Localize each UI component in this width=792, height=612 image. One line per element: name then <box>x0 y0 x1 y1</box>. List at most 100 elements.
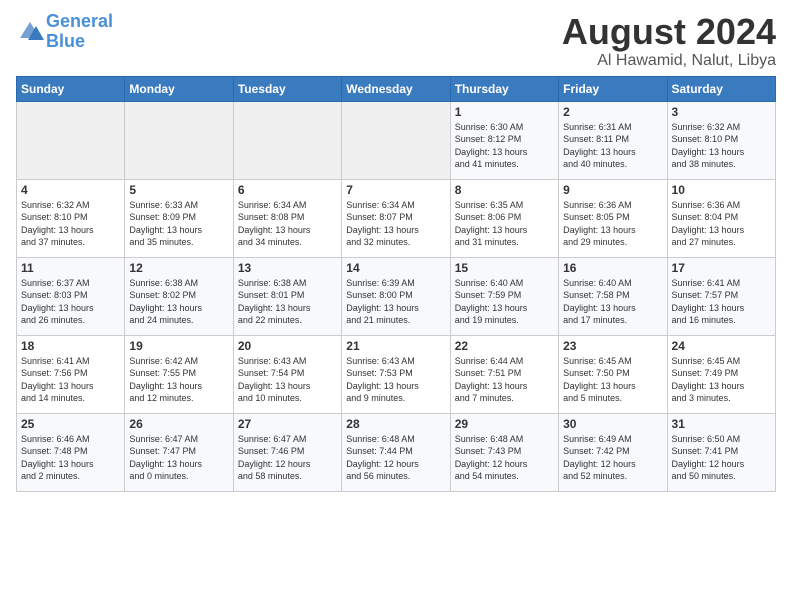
day-number: 29 <box>455 417 554 431</box>
day-number: 24 <box>672 339 771 353</box>
calendar-table: Sunday Monday Tuesday Wednesday Thursday… <box>16 76 776 492</box>
calendar-cell <box>17 101 125 179</box>
day-number: 18 <box>21 339 120 353</box>
day-number: 31 <box>672 417 771 431</box>
location: Al Hawamid, Nalut, Libya <box>562 52 776 70</box>
calendar-cell <box>342 101 450 179</box>
calendar-cell: 2Sunrise: 6:31 AM Sunset: 8:11 PM Daylig… <box>559 101 667 179</box>
calendar-week-5: 25 Sunrise: 6:46 AM Sunset: 7:48 PM Dayli… <box>17 413 776 491</box>
calendar-week-1: 1 Sunrise: 6:30 AM Sunset: 8:12 PM Daylig… <box>17 101 776 179</box>
day-number: 4 <box>21 183 120 197</box>
day-info: Sunrise: 6:32 AM Sunset: 8:10 PM Dayligh… <box>672 121 771 171</box>
header-row: Sunday Monday Tuesday Wednesday Thursday… <box>17 76 776 101</box>
day-info: Sunrise: 6:30 AM Sunset: 8:12 PM Dayligh… <box>455 121 554 171</box>
day-number: 20 <box>238 339 337 353</box>
calendar-cell: 11Sunrise: 6:37 AM Sunset: 8:03 PM Dayli… <box>17 257 125 335</box>
day-number: 3 <box>672 105 771 119</box>
calendar-cell: 9 Sunrise: 6:36 AM Sunset: 8:05 PM Daylig… <box>559 179 667 257</box>
calendar-cell: 7 Sunrise: 6:34 AM Sunset: 8:07 PM Daylig… <box>342 179 450 257</box>
calendar-cell: 29 Sunrise: 6:48 AM Sunset: 7:43 PM Dayli… <box>450 413 558 491</box>
day-number: 25 <box>21 417 120 431</box>
calendar-cell: 6Sunrise: 6:34 AM Sunset: 8:08 PM Daylig… <box>233 179 341 257</box>
day-number: 8 <box>455 183 554 197</box>
day-info: Sunrise: 6:36 AM Sunset: 8:05 PM Dayligh… <box>563 199 662 249</box>
calendar-cell: 21 Sunrise: 6:43 AM Sunset: 7:53 PM Dayli… <box>342 335 450 413</box>
day-info: Sunrise: 6:33 AM Sunset: 8:09 PM Dayligh… <box>129 199 228 249</box>
logo-text: General Blue <box>46 12 113 52</box>
logo-line2: Blue <box>46 31 85 51</box>
day-number: 5 <box>129 183 228 197</box>
day-info: Sunrise: 6:46 AM Sunset: 7:48 PM Dayligh… <box>21 433 120 483</box>
day-number: 27 <box>238 417 337 431</box>
calendar-cell: 10 Sunrise: 6:36 AM Sunset: 8:04 PM Dayli… <box>667 179 775 257</box>
logo: General Blue <box>16 12 113 52</box>
col-thursday: Thursday <box>450 76 558 101</box>
month-title: August 2024 <box>562 12 776 52</box>
day-number: 7 <box>346 183 445 197</box>
calendar-week-4: 18 Sunrise: 6:41 AM Sunset: 7:56 PM Dayli… <box>17 335 776 413</box>
day-info: Sunrise: 6:32 AM Sunset: 8:10 PM Dayligh… <box>21 199 120 249</box>
day-info: Sunrise: 6:41 AM Sunset: 7:56 PM Dayligh… <box>21 355 120 405</box>
day-info: Sunrise: 6:39 AM Sunset: 8:00 PM Dayligh… <box>346 277 445 327</box>
col-friday: Friday <box>559 76 667 101</box>
calendar-cell: 13Sunrise: 6:38 AM Sunset: 8:01 PM Dayli… <box>233 257 341 335</box>
day-number: 28 <box>346 417 445 431</box>
day-number: 1 <box>455 105 554 119</box>
col-wednesday: Wednesday <box>342 76 450 101</box>
calendar-cell: 1 Sunrise: 6:30 AM Sunset: 8:12 PM Daylig… <box>450 101 558 179</box>
col-sunday: Sunday <box>17 76 125 101</box>
day-info: Sunrise: 6:41 AM Sunset: 7:57 PM Dayligh… <box>672 277 771 327</box>
day-number: 10 <box>672 183 771 197</box>
calendar-cell: 28 Sunrise: 6:48 AM Sunset: 7:44 PM Dayli… <box>342 413 450 491</box>
day-number: 15 <box>455 261 554 275</box>
day-number: 9 <box>563 183 662 197</box>
day-info: Sunrise: 6:48 AM Sunset: 7:43 PM Dayligh… <box>455 433 554 483</box>
calendar-cell: 22 Sunrise: 6:44 AM Sunset: 7:51 PM Dayli… <box>450 335 558 413</box>
logo-icon <box>16 18 44 46</box>
calendar-cell: 3 Sunrise: 6:32 AM Sunset: 8:10 PM Daylig… <box>667 101 775 179</box>
day-info: Sunrise: 6:42 AM Sunset: 7:55 PM Dayligh… <box>129 355 228 405</box>
day-info: Sunrise: 6:37 AM Sunset: 8:03 PM Dayligh… <box>21 277 120 327</box>
calendar-cell: 4 Sunrise: 6:32 AM Sunset: 8:10 PM Daylig… <box>17 179 125 257</box>
day-info: Sunrise: 6:47 AM Sunset: 7:46 PM Dayligh… <box>238 433 337 483</box>
calendar-cell: 30 Sunrise: 6:49 AM Sunset: 7:42 PM Dayli… <box>559 413 667 491</box>
calendar-cell: 31 Sunrise: 6:50 AM Sunset: 7:41 PM Dayli… <box>667 413 775 491</box>
day-info: Sunrise: 6:43 AM Sunset: 7:54 PM Dayligh… <box>238 355 337 405</box>
day-number: 16 <box>563 261 662 275</box>
col-saturday: Saturday <box>667 76 775 101</box>
calendar-cell <box>233 101 341 179</box>
calendar-cell: 14 Sunrise: 6:39 AM Sunset: 8:00 PM Dayli… <box>342 257 450 335</box>
day-info: Sunrise: 6:50 AM Sunset: 7:41 PM Dayligh… <box>672 433 771 483</box>
day-number: 2 <box>563 105 662 119</box>
header: General Blue August 2024 Al Hawamid, Nal… <box>16 12 776 70</box>
day-number: 21 <box>346 339 445 353</box>
day-number: 26 <box>129 417 228 431</box>
day-number: 14 <box>346 261 445 275</box>
day-number: 6 <box>238 183 337 197</box>
calendar-cell: 26Sunrise: 6:47 AM Sunset: 7:47 PM Dayli… <box>125 413 233 491</box>
day-info: Sunrise: 6:45 AM Sunset: 7:49 PM Dayligh… <box>672 355 771 405</box>
day-info: Sunrise: 6:40 AM Sunset: 7:59 PM Dayligh… <box>455 277 554 327</box>
day-number: 30 <box>563 417 662 431</box>
calendar-cell: 16 Sunrise: 6:40 AM Sunset: 7:58 PM Dayli… <box>559 257 667 335</box>
calendar-cell: 8 Sunrise: 6:35 AM Sunset: 8:06 PM Daylig… <box>450 179 558 257</box>
day-info: Sunrise: 6:35 AM Sunset: 8:06 PM Dayligh… <box>455 199 554 249</box>
col-tuesday: Tuesday <box>233 76 341 101</box>
logo-line1: General <box>46 11 113 31</box>
title-block: August 2024 Al Hawamid, Nalut, Libya <box>562 12 776 70</box>
calendar-cell: 18 Sunrise: 6:41 AM Sunset: 7:56 PM Dayli… <box>17 335 125 413</box>
calendar-week-3: 11Sunrise: 6:37 AM Sunset: 8:03 PM Dayli… <box>17 257 776 335</box>
day-info: Sunrise: 6:40 AM Sunset: 7:58 PM Dayligh… <box>563 277 662 327</box>
calendar-cell: 19Sunrise: 6:42 AM Sunset: 7:55 PM Dayli… <box>125 335 233 413</box>
day-info: Sunrise: 6:34 AM Sunset: 8:07 PM Dayligh… <box>346 199 445 249</box>
day-number: 22 <box>455 339 554 353</box>
day-info: Sunrise: 6:49 AM Sunset: 7:42 PM Dayligh… <box>563 433 662 483</box>
calendar-cell: 12Sunrise: 6:38 AM Sunset: 8:02 PM Dayli… <box>125 257 233 335</box>
calendar-cell <box>125 101 233 179</box>
page-container: General Blue August 2024 Al Hawamid, Nal… <box>0 0 792 500</box>
calendar-cell: 5 Sunrise: 6:33 AM Sunset: 8:09 PM Daylig… <box>125 179 233 257</box>
day-info: Sunrise: 6:36 AM Sunset: 8:04 PM Dayligh… <box>672 199 771 249</box>
day-info: Sunrise: 6:48 AM Sunset: 7:44 PM Dayligh… <box>346 433 445 483</box>
day-info: Sunrise: 6:43 AM Sunset: 7:53 PM Dayligh… <box>346 355 445 405</box>
day-info: Sunrise: 6:44 AM Sunset: 7:51 PM Dayligh… <box>455 355 554 405</box>
